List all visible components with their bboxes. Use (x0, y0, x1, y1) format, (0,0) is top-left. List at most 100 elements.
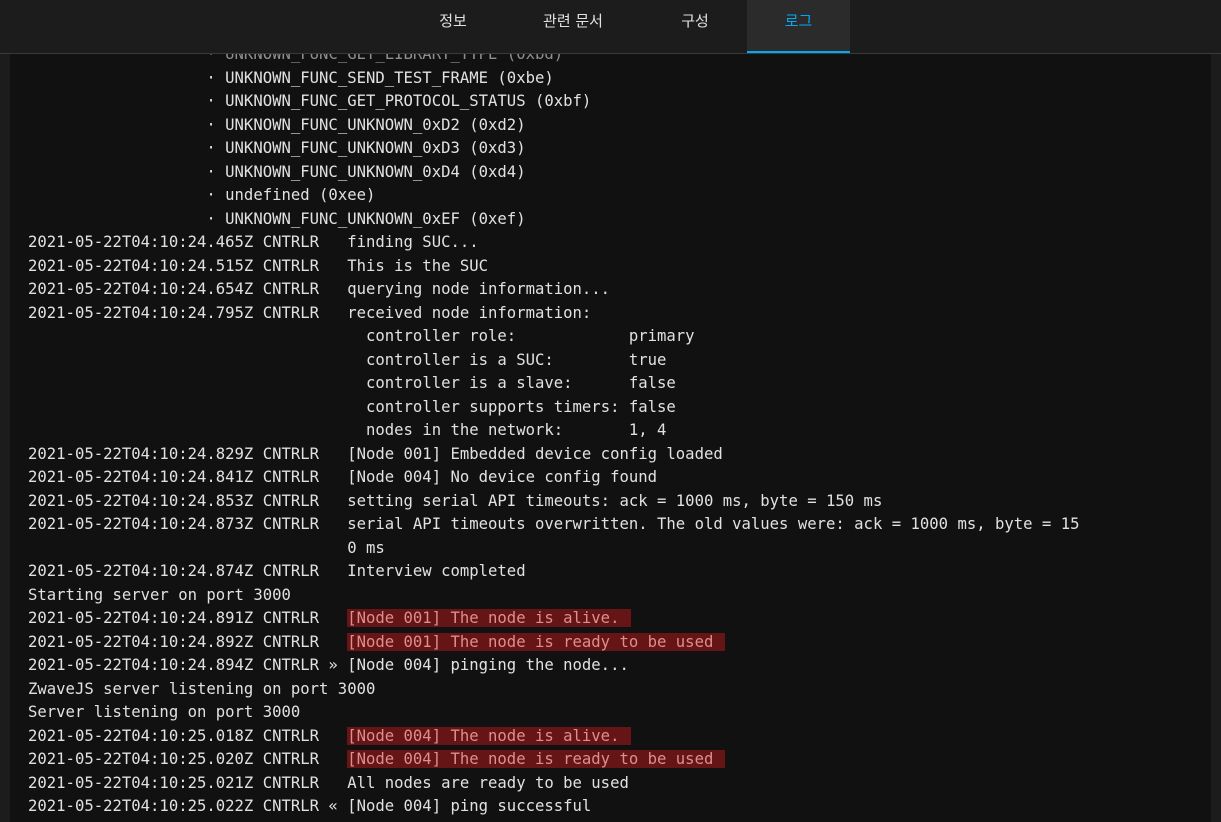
log-line-message: ZwaveJS server listening on port 3000 (28, 679, 376, 698)
log-line-message: controller is a slave: false (365, 374, 676, 392)
log-line-prefix: · (28, 162, 226, 181)
log-line-prefix: 2021-05-22T04:10:25.021Z CNTRLR (28, 773, 348, 792)
tab-log[interactable]: 로그 (747, 0, 850, 53)
log-line-message: Starting server on port 3000 (28, 585, 291, 604)
log-line-prefix (28, 421, 366, 439)
log-line-prefix (28, 327, 366, 345)
log-line-message: nodes in the network: 1, 4 (365, 421, 667, 439)
log-line: · UNKNOWN_FUNC_UNKNOWN_0xD4 (0xd4) (28, 161, 1080, 185)
tab-configuration[interactable]: 구성 (655, 0, 735, 53)
log-line-message: setting serial API timeouts: ack = 1000 … (347, 491, 883, 510)
log-line-prefix (28, 398, 366, 416)
log-line-message: [Node 004] ping successful (347, 797, 592, 815)
log-line-prefix: 2021-05-22T04:10:25.020Z CNTRLR (28, 750, 348, 768)
log-line: 2021-05-22T04:10:25.020Z CNTRLR [Node 00… (28, 748, 1080, 772)
log-line-message: received node information: (347, 303, 592, 322)
log-line-message: Interview completed (347, 562, 526, 580)
log-line-prefix: · (28, 186, 226, 204)
log-line: 2021-05-22T04:10:24.853Z CNTRLR setting … (28, 490, 1080, 514)
log-line-message: 0 ms (347, 538, 385, 557)
log-line-prefix: 2021-05-22T04:10:24.891Z CNTRLR (28, 609, 348, 627)
log-line: ZwaveJS server listening on port 3000 (28, 678, 1080, 702)
log-line: controller is a SUC: true (28, 349, 1080, 373)
log-line: 2021-05-22T04:10:24.873Z CNTRLR serial A… (28, 513, 1080, 537)
log-line: 2021-05-22T04:10:24.829Z CNTRLR [Node 00… (28, 443, 1080, 467)
log-line-prefix: 2021-05-22T04:10:24.874Z CNTRLR (28, 562, 348, 580)
log-line-prefix: 2021-05-22T04:10:24.465Z CNTRLR (28, 233, 348, 251)
log-line: 2021-05-22T04:10:25.018Z CNTRLR [Node 00… (28, 725, 1080, 749)
log-line-message: [Node 004] No device config found (347, 468, 658, 486)
log-line: 2021-05-22T04:10:24.892Z CNTRLR [Node 00… (28, 631, 1080, 655)
log-line: 2021-05-22T04:10:24.465Z CNTRLR finding … (28, 231, 1080, 255)
log-line-message: UNKNOWN_FUNC_UNKNOWN_0xD3 (0xd3) (225, 139, 526, 157)
log-line: 2021-05-22T04:10:25.022Z CNTRLR « [Node … (28, 795, 1080, 819)
log-line-prefix: 2021-05-22T04:10:24.654Z CNTRLR (28, 280, 348, 298)
log-line: · UNKNOWN_FUNC_UNKNOWN_0xD2 (0xd2) (28, 114, 1080, 138)
log-line: 2021-05-22T04:10:24.891Z CNTRLR [Node 00… (28, 607, 1080, 631)
log-line: Starting server on port 3000 (28, 584, 1080, 608)
log-line-prefix: 2021-05-22T04:10:24.892Z CNTRLR (28, 632, 348, 651)
log-output: · UNKNOWN_FUNC_GET_LIBRARY_TYPE (0xbd) ·… (28, 54, 1080, 819)
log-line: · UNKNOWN_FUNC_UNKNOWN_0xEF (0xef) (28, 208, 1080, 232)
log-panel[interactable]: · UNKNOWN_FUNC_GET_LIBRARY_TYPE (0xbd) ·… (10, 54, 1211, 822)
log-line: · UNKNOWN_FUNC_GET_PROTOCOL_STATUS (0xbf… (28, 90, 1080, 114)
log-line: 2021-05-22T04:10:24.515Z CNTRLR This is … (28, 255, 1080, 279)
log-line-message: undefined (0xee) (225, 186, 376, 204)
log-line-prefix: 2021-05-22T04:10:24.829Z CNTRLR (28, 444, 348, 463)
tab-info[interactable]: 정보 (413, 0, 493, 53)
log-line: controller supports timers: false (28, 396, 1080, 420)
log-line-message: [Node 001] Embedded device config loaded (347, 444, 723, 463)
log-line-message: controller is a SUC: true (365, 350, 667, 369)
log-line: 2021-05-22T04:10:24.841Z CNTRLR [Node 00… (28, 466, 1080, 490)
log-line-prefix: 2021-05-22T04:10:25.022Z CNTRLR « (28, 797, 348, 815)
log-line-message: serial API timeouts overwritten. The old… (347, 515, 1080, 533)
log-line-prefix (28, 374, 366, 392)
log-line-prefix: 2021-05-22T04:10:25.018Z CNTRLR (28, 726, 348, 745)
log-line-message-highlighted: [Node 001] The node is alive. (347, 609, 632, 627)
log-line-message: UNKNOWN_FUNC_GET_LIBRARY_TYPE (0xbd) (225, 54, 564, 63)
log-line-prefix: 2021-05-22T04:10:24.515Z CNTRLR (28, 256, 348, 275)
log-line: 2021-05-22T04:10:24.874Z CNTRLR Intervie… (28, 560, 1080, 584)
log-line-message: querying node information... (347, 280, 611, 298)
tab-bar: 정보 관련 문서 구성 로그 (0, 0, 1221, 54)
log-line-prefix: 2021-05-22T04:10:24.841Z CNTRLR (28, 468, 348, 486)
log-line-message: [Node 004] pinging the node... (347, 656, 629, 674)
log-line: 2021-05-22T04:10:24.795Z CNTRLR received… (28, 302, 1080, 326)
log-line-prefix (28, 539, 347, 557)
log-line-message: Server listening on port 3000 (28, 703, 301, 721)
log-line-message-highlighted: [Node 004] The node is ready to be used (347, 750, 726, 768)
log-line-message: UNKNOWN_FUNC_UNKNOWN_0xEF (0xef) (225, 209, 526, 228)
log-line-prefix: · (28, 54, 226, 63)
log-line-message-highlighted: [Node 001] The node is ready to be used (347, 632, 726, 651)
log-line-message: UNKNOWN_FUNC_GET_PROTOCOL_STATUS (0xbf) (225, 92, 592, 110)
log-line-message: This is the SUC (347, 256, 489, 275)
log-line-prefix: 2021-05-22T04:10:24.853Z CNTRLR (28, 491, 348, 510)
log-line: · UNKNOWN_FUNC_UNKNOWN_0xD3 (0xd3) (28, 137, 1080, 161)
log-line: Server listening on port 3000 (28, 701, 1080, 725)
log-line-prefix: 2021-05-22T04:10:24.894Z CNTRLR » (28, 656, 348, 674)
log-line-prefix: · (28, 92, 226, 110)
log-line: 2021-05-22T04:10:24.894Z CNTRLR » [Node … (28, 654, 1080, 678)
log-line: 0 ms (28, 537, 1080, 561)
log-line-message: controller role: primary (365, 327, 695, 345)
log-line: nodes in the network: 1, 4 (28, 419, 1080, 443)
log-line: controller role: primary (28, 325, 1080, 349)
log-line: · UNKNOWN_FUNC_GET_LIBRARY_TYPE (0xbd) (28, 54, 1080, 67)
log-line-message: UNKNOWN_FUNC_UNKNOWN_0xD4 (0xd4) (225, 162, 526, 181)
log-line-message: controller supports timers: false (365, 397, 676, 416)
log-line: 2021-05-22T04:10:25.021Z CNTRLR All node… (28, 772, 1080, 796)
log-line-prefix: · (28, 209, 226, 228)
log-line-message: UNKNOWN_FUNC_SEND_TEST_FRAME (0xbe) (225, 68, 554, 87)
log-line-prefix: · (28, 68, 226, 87)
log-line-prefix: 2021-05-22T04:10:24.795Z CNTRLR (28, 303, 348, 322)
log-line: · UNKNOWN_FUNC_SEND_TEST_FRAME (0xbe) (28, 67, 1080, 91)
log-line-message-highlighted: [Node 004] The node is alive. (347, 726, 632, 745)
log-line-prefix: 2021-05-22T04:10:24.873Z CNTRLR (28, 515, 348, 533)
log-line-prefix (28, 351, 366, 369)
log-line: · undefined (0xee) (28, 184, 1080, 208)
log-line: 2021-05-22T04:10:24.654Z CNTRLR querying… (28, 278, 1080, 302)
log-line-message: All nodes are ready to be used (347, 773, 629, 792)
log-line-message: finding SUC... (347, 233, 479, 251)
tab-documentation[interactable]: 관련 문서 (523, 0, 623, 53)
log-line-prefix: · (28, 139, 226, 157)
